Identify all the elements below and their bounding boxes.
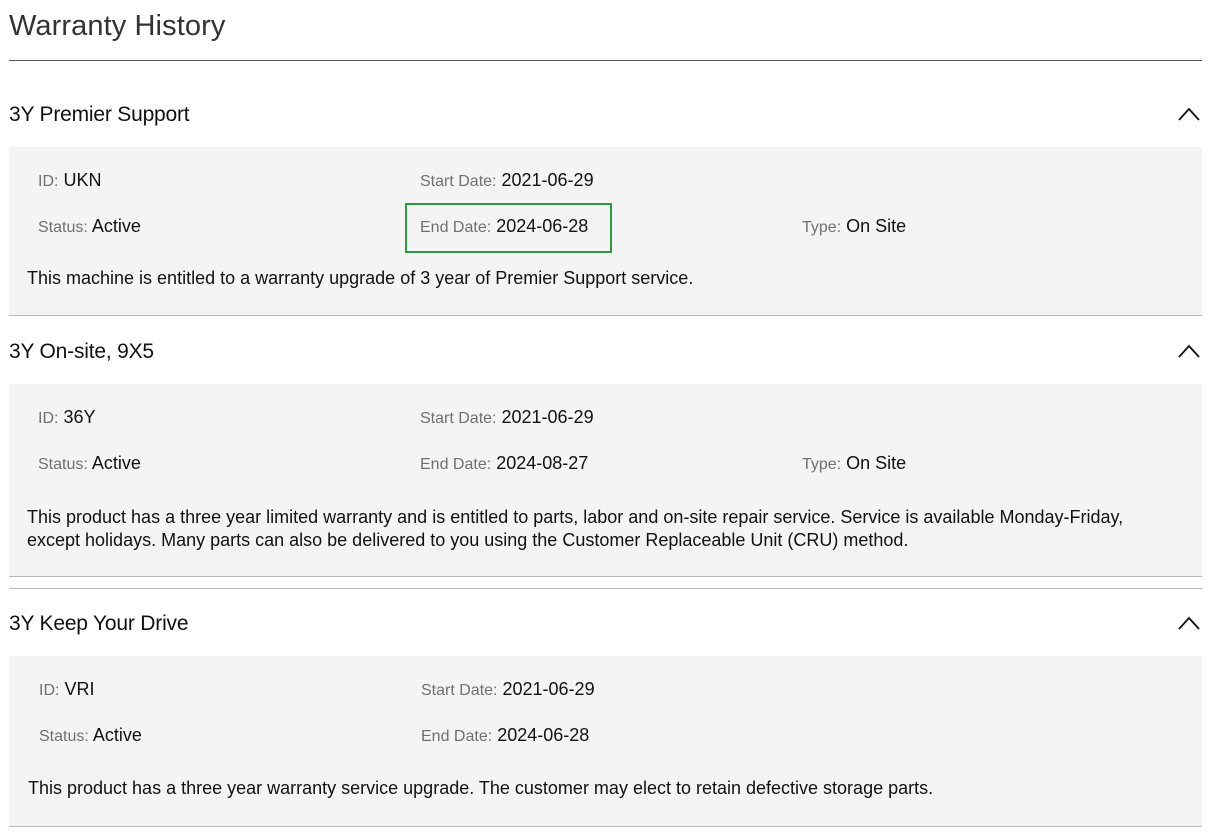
type-field: Type: On Site — [802, 216, 906, 237]
warranty-section-header[interactable]: 3Y Premier Support — [9, 95, 1202, 135]
warranty-section-header[interactable]: 3Y Keep Your Drive — [9, 604, 1202, 644]
colon: : — [836, 219, 842, 236]
status-label: Status — [39, 728, 85, 745]
start-date-field: Start Date: 2021-06-29 — [421, 679, 595, 700]
type-value: On Site — [846, 216, 907, 236]
warranty-section-premier-support: 3Y Premier Support ID: UKN Start Date: 2… — [9, 95, 1202, 316]
warranty-id-field: ID: UKN — [38, 170, 101, 191]
status-label: Status — [38, 219, 84, 236]
end-date-value: 2024-06-28 — [497, 725, 590, 745]
colon: : — [487, 728, 493, 745]
colon: : — [54, 410, 59, 427]
end-date-field: End Date: 2024-08-27 — [420, 453, 588, 474]
warranty-id-value: 36Y — [63, 407, 96, 427]
start-date-label: Start Date — [420, 410, 493, 427]
colon: : — [492, 410, 497, 427]
warranty-id-field: ID: 36Y — [38, 407, 96, 428]
end-date-value: 2024-06-28 — [496, 216, 589, 236]
warranty-id-field: ID: VRI — [39, 679, 94, 700]
chevron-up-icon[interactable] — [1178, 107, 1200, 121]
id-label: ID — [38, 173, 54, 190]
warranty-section-onsite: 3Y On-site, 9X5 ID: 36Y Start Date: 2021… — [9, 332, 1202, 577]
chevron-up-icon[interactable] — [1178, 616, 1200, 630]
end-date-label: End Date — [420, 456, 487, 473]
warranty-details-panel: ID: UKN Start Date: 2021-06-29 Status: A… — [9, 147, 1202, 316]
status-field: Status: Active — [38, 453, 141, 474]
warranty-title: 3Y Keep Your Drive — [9, 612, 189, 635]
type-value: On Site — [846, 453, 907, 473]
id-label: ID — [38, 410, 54, 427]
start-date-value: 2021-06-29 — [501, 407, 594, 427]
colon: : — [486, 219, 492, 236]
warranty-id-value: VRI — [64, 679, 95, 699]
type-label: Type — [802, 219, 837, 236]
warranty-history-page: Warranty History 3Y Premier Support ID: … — [0, 0, 1214, 833]
type-label: Type — [802, 456, 837, 473]
page-title: Warranty History — [9, 10, 226, 42]
warranty-description: This product has a three year limited wa… — [27, 507, 1124, 550]
warranty-section-keep-your-drive: 3Y Keep Your Drive ID: VRI Start Date: 2… — [9, 604, 1202, 827]
status-field: Status: Active — [39, 725, 142, 746]
start-date-label: Start Date — [421, 682, 494, 699]
chevron-up-icon[interactable] — [1178, 344, 1200, 358]
status-value: Active — [92, 725, 142, 745]
id-label: ID — [39, 682, 55, 699]
warranty-id-value: UKN — [63, 170, 102, 190]
warranty-details-panel: ID: VRI Start Date: 2021-06-29 Status: A… — [9, 656, 1202, 827]
colon: : — [83, 456, 88, 473]
colon: : — [84, 728, 89, 745]
end-date-field: End Date: 2024-06-28 — [421, 725, 589, 746]
colon: : — [54, 173, 59, 190]
colon: : — [486, 456, 492, 473]
start-date-field: Start Date: 2021-06-29 — [420, 407, 594, 428]
end-date-label: End Date — [421, 728, 488, 745]
end-date-label: End Date — [420, 219, 487, 236]
status-value: Active — [91, 453, 141, 473]
start-date-value: 2021-06-29 — [502, 679, 595, 699]
end-date-field: End Date: 2024-06-28 — [420, 216, 588, 237]
warranty-title: 3Y On-site, 9X5 — [9, 340, 154, 363]
section-divider — [9, 588, 1202, 589]
colon: : — [493, 682, 498, 699]
end-date-value: 2024-08-27 — [496, 453, 589, 473]
warranty-title: 3Y Premier Support — [9, 103, 190, 126]
start-date-label: Start Date — [420, 173, 493, 190]
warranty-section-header[interactable]: 3Y On-site, 9X5 — [9, 332, 1202, 372]
warranty-description: This product has a three year warranty s… — [28, 778, 934, 798]
start-date-value: 2021-06-29 — [501, 170, 594, 190]
warranty-description: This machine is entitled to a warranty u… — [27, 268, 694, 288]
type-field: Type: On Site — [802, 453, 906, 474]
status-field: Status: Active — [38, 216, 141, 237]
colon: : — [836, 456, 842, 473]
status-label: Status — [38, 456, 84, 473]
colon: : — [55, 682, 60, 699]
warranty-details-panel: ID: 36Y Start Date: 2021-06-29 Status: A… — [9, 384, 1202, 577]
colon: : — [83, 219, 88, 236]
start-date-field: Start Date: 2021-06-29 — [420, 170, 594, 191]
title-divider — [9, 60, 1202, 61]
status-value: Active — [91, 216, 141, 236]
colon: : — [492, 173, 497, 190]
